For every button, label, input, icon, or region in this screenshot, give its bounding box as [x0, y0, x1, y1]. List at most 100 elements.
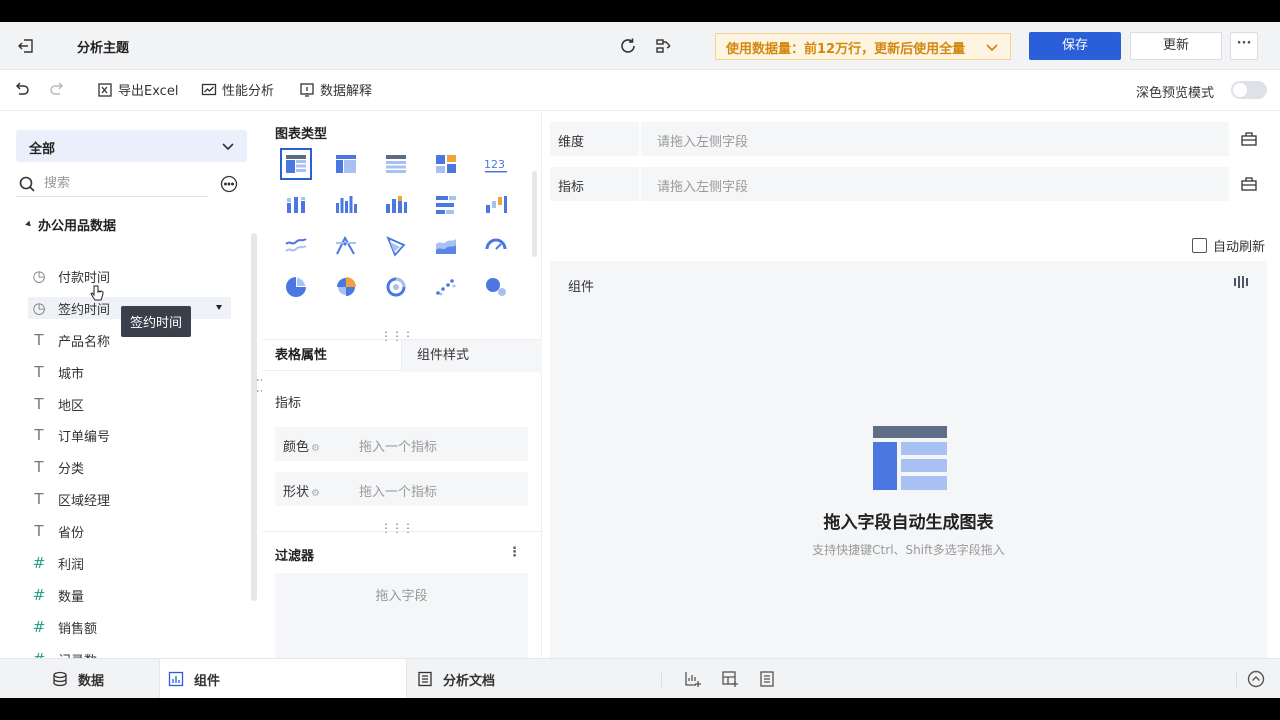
- horizontal-bar-icon: [436, 196, 456, 214]
- chart-type-waterfall[interactable]: [480, 189, 512, 221]
- field-item[interactable]: # 利润: [30, 552, 84, 574]
- tab-component[interactable]: 组件: [159, 659, 407, 698]
- radar-chart-icon: [336, 235, 356, 255]
- database-icon: [53, 671, 67, 687]
- color-drop-zone[interactable]: 颜色 ⚙ 拖入一个指标: [275, 427, 528, 461]
- chart-type-horizontal-bar[interactable]: [430, 189, 462, 221]
- gear-icon[interactable]: ⚙: [311, 443, 320, 454]
- add-component-icon[interactable]: [684, 670, 702, 688]
- dimension-drop-zone[interactable]: 请拖入左侧字段: [641, 122, 1229, 156]
- empty-table-illustration-icon: [873, 426, 947, 490]
- field-label: 地区: [58, 398, 85, 414]
- tab-data-label: 数据: [78, 673, 105, 689]
- collapse-up-icon[interactable]: [1247, 670, 1265, 688]
- chart-type-area-radar[interactable]: [380, 230, 412, 262]
- pie-chart-icon: [286, 277, 306, 297]
- auto-refresh-checkbox[interactable]: 自动刷新: [1192, 236, 1265, 255]
- export-excel-button[interactable]: 导出Excel: [97, 80, 178, 99]
- field-item[interactable]: T 分类: [30, 456, 84, 478]
- field-item[interactable]: # 数量: [30, 584, 84, 606]
- data-flow-icon[interactable]: [654, 36, 674, 56]
- dimension-toggle-icon[interactable]: [1240, 130, 1258, 148]
- refresh-icon[interactable]: [618, 36, 638, 56]
- page-title: 分析主题: [77, 41, 130, 56]
- data-explain-button[interactable]: 数据解释: [299, 80, 372, 99]
- chart-settings-icon[interactable]: [1233, 274, 1249, 290]
- tab-component-style[interactable]: 组件样式: [401, 340, 542, 372]
- crosstab-chart-icon: [336, 155, 356, 173]
- update-button[interactable]: 更新: [1130, 32, 1222, 60]
- data-volume-notice[interactable]: 使用数据量：前12万行，更新后使用全量: [715, 33, 1011, 60]
- field-item[interactable]: T 区域经理: [30, 488, 110, 510]
- dataset-name: 办公用品数据: [38, 219, 117, 234]
- divider: [1236, 671, 1237, 687]
- chart-type-rose[interactable]: [330, 271, 362, 303]
- field-label: 省份: [58, 525, 85, 541]
- field-list-scrollbar[interactable]: [251, 233, 257, 601]
- empty-state-title: 拖入字段自动生成图表: [823, 513, 994, 533]
- chart-type-kpi-grid[interactable]: [430, 148, 462, 180]
- filter-more-icon[interactable]: ⋮: [508, 545, 521, 560]
- component-canvas[interactable]: 组件 拖入字段自动生成图表 支持快捷键Ctrl、Shift多选字段拖入: [550, 261, 1267, 671]
- chart-type-pie[interactable]: [280, 271, 312, 303]
- tab-data[interactable]: 数据: [52, 659, 104, 698]
- document-icon: [418, 671, 432, 687]
- text-field-icon: T: [34, 458, 44, 476]
- chart-type-scrollbar[interactable]: [532, 171, 537, 257]
- chart-type-gauge[interactable]: [480, 230, 512, 262]
- more-options-icon[interactable]: [220, 175, 238, 193]
- chart-type-grouped-bar[interactable]: [280, 189, 312, 221]
- color-label: 颜色 ⚙: [283, 436, 320, 455]
- field-item[interactable]: # 销售额: [30, 616, 97, 638]
- field-item[interactable]: T 地区: [30, 393, 84, 415]
- search-input[interactable]: [44, 176, 204, 191]
- dataset-group[interactable]: 办公用品数据: [25, 215, 117, 234]
- field-scope-select[interactable]: 全部: [16, 130, 247, 162]
- redo-icon[interactable]: [48, 81, 66, 99]
- chart-type-ring[interactable]: [380, 271, 412, 303]
- export-label: 导出Excel: [118, 84, 179, 99]
- date-field-icon: ◷: [32, 267, 46, 285]
- field-item[interactable]: T 产品名称: [30, 329, 110, 351]
- field-menu-caret-icon[interactable]: [216, 305, 222, 310]
- metric-toggle-icon[interactable]: [1240, 175, 1258, 193]
- chart-type-area[interactable]: [430, 230, 462, 262]
- field-label: 付款时间: [58, 270, 111, 286]
- chart-type-line[interactable]: [280, 230, 312, 262]
- chart-type-crosstab[interactable]: [330, 148, 362, 180]
- field-item[interactable]: T 省份: [30, 520, 84, 542]
- undo-icon[interactable]: [13, 81, 31, 99]
- chart-type-bar[interactable]: [330, 189, 362, 221]
- save-button[interactable]: 保存: [1029, 32, 1121, 60]
- shape-drop-zone[interactable]: 形状 ⚙ 拖入一个指标: [275, 472, 528, 506]
- svg-text:123: 123: [484, 158, 505, 171]
- tab-analysis-doc[interactable]: 分析文档: [417, 659, 495, 698]
- data-field-panel: 全部 办公用品数据 ◷ 付款时间 ◷ 签约时间 T 产品名称 T 城市 T 地区 T 订单编…: [0, 111, 262, 669]
- tab-table-properties[interactable]: 表格属性: [275, 340, 327, 372]
- more-menu-button[interactable]: ···: [1230, 32, 1258, 60]
- detail-table-icon: [386, 155, 406, 173]
- chart-type-radar[interactable]: [330, 230, 362, 262]
- chart-type-table[interactable]: [280, 148, 312, 180]
- field-label: 销售额: [58, 621, 98, 637]
- text-field-icon: T: [34, 395, 44, 413]
- exit-icon[interactable]: [16, 36, 36, 56]
- chart-type-number[interactable]: 123: [480, 148, 512, 180]
- add-report-icon[interactable]: [758, 670, 776, 688]
- field-item[interactable]: T 订单编号: [30, 424, 110, 446]
- vertical-resize-handle[interactable]: ⋮⋮⋮: [380, 521, 414, 535]
- notice-text: 使用数据量：前12万行，更新后使用全量: [726, 42, 966, 57]
- chart-type-bubble[interactable]: [480, 271, 512, 303]
- metric-drop-zone[interactable]: 请拖入左侧字段: [641, 167, 1229, 201]
- chart-type-stacked-bar[interactable]: [380, 189, 412, 221]
- waterfall-icon: [486, 196, 507, 213]
- chart-type-scatter[interactable]: [430, 271, 462, 303]
- gear-icon[interactable]: ⚙: [311, 488, 320, 499]
- dark-mode-toggle[interactable]: [1231, 81, 1267, 99]
- chart-type-detail-table[interactable]: [380, 148, 412, 180]
- field-item[interactable]: T 城市: [30, 361, 84, 383]
- add-dashboard-icon[interactable]: [721, 670, 739, 688]
- checkbox-box[interactable]: [1192, 238, 1207, 253]
- filter-drop-zone[interactable]: 拖入字段: [275, 573, 528, 658]
- performance-analysis-button[interactable]: 性能分析: [201, 80, 274, 99]
